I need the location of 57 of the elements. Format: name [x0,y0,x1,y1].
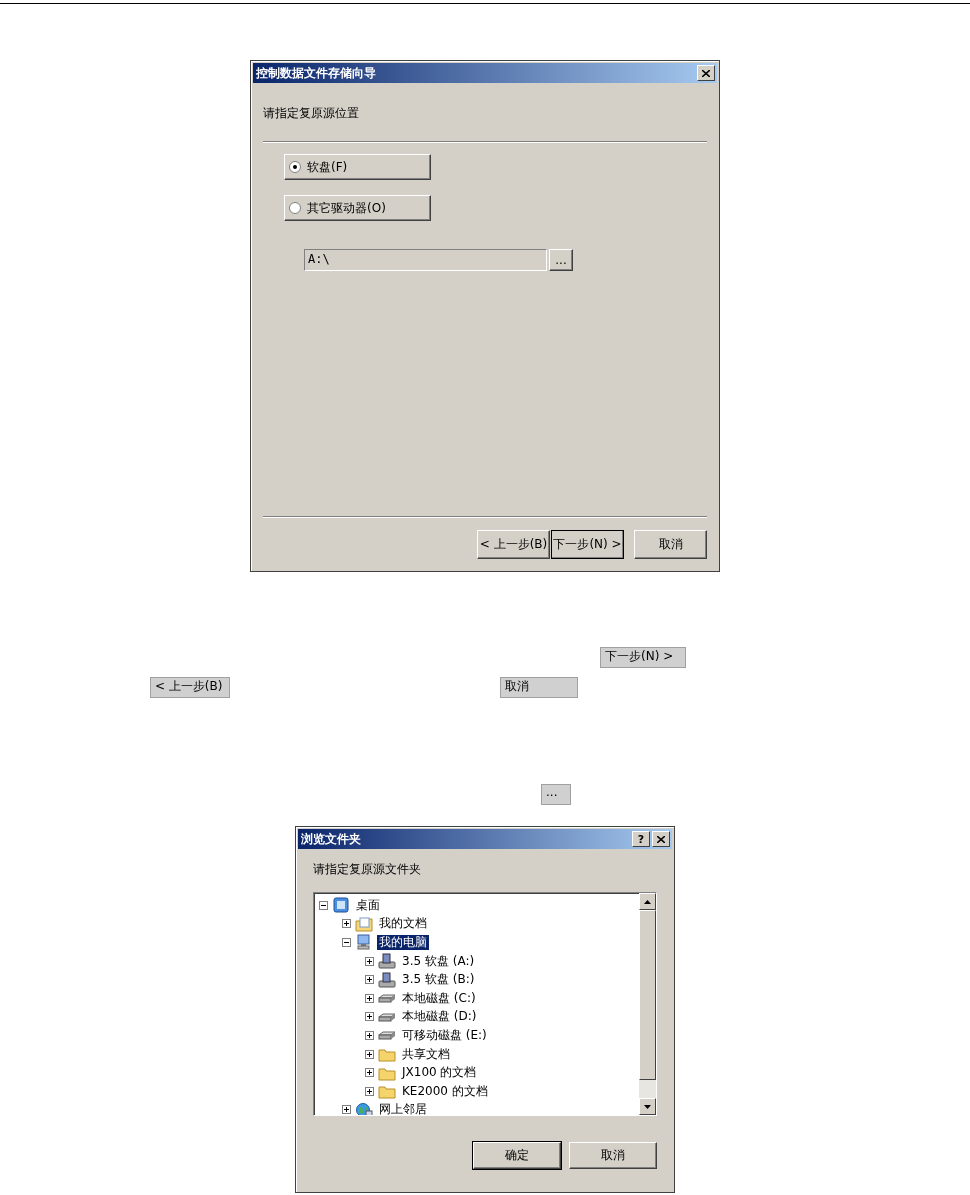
computer-icon [355,934,373,951]
expand-toggle[interactable] [365,1086,374,1096]
browse-button[interactable]: ... [549,249,573,271]
down-arrow-icon [644,1104,651,1109]
radio-option[interactable]: 其它驱动器(O) [284,195,431,221]
close-button[interactable] [697,65,715,81]
wizard-button[interactable]: 取消 [634,530,707,559]
expand-toggle[interactable] [365,956,374,966]
button-image: 取消 [500,677,578,698]
collapse-toggle[interactable] [342,938,351,947]
tree-item[interactable]: 3.5 软盘 (A:) [400,953,477,969]
expand-toggle[interactable] [365,1012,374,1022]
floppy-drive-icon [378,953,396,970]
folder-icon [378,1083,396,1100]
folder-icon [378,1046,396,1063]
expand-toggle[interactable] [365,975,374,985]
tree-item[interactable]: 3.5 软盘 (B:) [400,972,477,988]
up-arrow-icon [644,899,651,904]
radio-option[interactable]: 软盘(F) [284,154,431,180]
prompt-text: 请指定复原源位置 [263,105,360,121]
tree-item[interactable]: 本地磁盘 (D:) [400,1009,479,1025]
expand-toggle[interactable] [342,919,351,929]
close-icon [702,69,710,77]
desktop-icon [332,897,350,914]
expand-toggle[interactable] [342,1105,351,1115]
dialog-button[interactable]: 确定 [473,1142,561,1169]
tree-item[interactable]: 桌面 [354,897,382,913]
close-button[interactable] [652,831,670,847]
tree-item[interactable]: 共享文档 [400,1046,452,1062]
window-title: 控制数据文件存储向导 [256,64,377,82]
tree-item[interactable]: JX100 的文档 [400,1065,479,1081]
wizard-button[interactable]: < 上一步(B) [477,530,550,559]
tree-item[interactable]: 网上邻居 [377,1102,429,1115]
scrollbar[interactable] [639,893,656,1115]
dialog-button[interactable]: 取消 [569,1142,657,1169]
path-field[interactable]: A:\ [304,249,547,271]
document-folder-icon [355,915,373,932]
button-image: 下一步(N) > [600,647,686,668]
button-image: < 上一步(B) [150,677,230,698]
expand-toggle[interactable] [365,1049,374,1059]
wizard-button[interactable]: 下一步(N) > [551,530,624,559]
tree-item[interactable]: 我的电脑 [377,935,429,950]
button-image: ... [541,784,571,805]
tree-item[interactable]: 可移动磁盘 (E:) [400,1027,489,1043]
expand-toggle[interactable] [365,1030,374,1040]
window-title: 浏览文件夹 [301,830,362,848]
close-icon [657,835,665,843]
globe-icon [355,1101,373,1115]
tree-item[interactable]: KE2000 的文档 [400,1083,490,1099]
tree-item[interactable]: 我的文档 [377,916,429,932]
expand-toggle[interactable] [365,1068,374,1078]
expand-toggle[interactable] [365,993,374,1003]
collapse-toggle[interactable] [319,900,328,910]
prompt-text: 请指定复原源文件夹 [313,861,422,877]
tree-item[interactable]: 本地磁盘 (C:) [400,990,478,1006]
help-button[interactable]: ? [632,831,650,847]
floppy-drive-icon [378,971,396,988]
